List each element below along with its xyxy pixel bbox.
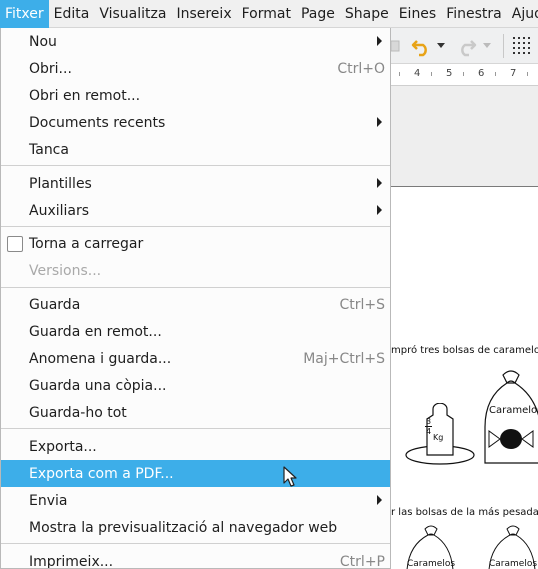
menu-finestra[interactable]: Finestra xyxy=(441,0,507,28)
menu-item-envia[interactable]: Envia xyxy=(1,487,390,514)
reload-checkbox[interactable] xyxy=(7,236,23,252)
ruler-number: 7 xyxy=(510,68,517,79)
horizontal-ruler: 4 5 6 7 xyxy=(391,64,538,86)
menu-item-label: Imprimeix... xyxy=(29,553,114,569)
menu-format[interactable]: Format xyxy=(237,0,296,28)
menu-separator xyxy=(1,165,390,166)
menu-item-label: Obri... xyxy=(29,60,72,77)
submenu-arrow-icon xyxy=(377,495,382,505)
ruler-tick xyxy=(527,72,528,76)
redo-dropdown-chevron-down-icon[interactable] xyxy=(481,36,493,56)
menu-item-label: Tanca xyxy=(29,141,69,158)
menu-item-label: Auxiliars xyxy=(29,202,90,219)
file-menu-dropdown: Nou Obri... Ctrl+O Obri en remot... Docu… xyxy=(0,28,391,569)
menu-shape[interactable]: Shape xyxy=(340,0,394,28)
fraction-denominator: 4 xyxy=(426,427,432,436)
menu-item-versions: Versions... xyxy=(1,257,390,284)
menu-item-shortcut: Maj+Ctrl+S xyxy=(303,350,385,367)
submenu-arrow-icon xyxy=(377,117,382,127)
ruler-tick xyxy=(399,72,400,76)
menu-separator xyxy=(1,543,390,544)
menu-item-plantilles[interactable]: Plantilles xyxy=(1,170,390,197)
ruler-number: 5 xyxy=(446,68,453,79)
menu-item-shortcut: Ctrl+O xyxy=(337,60,385,77)
menu-item-label: Nou xyxy=(29,33,57,50)
menu-item-label: Guarda xyxy=(29,296,81,313)
redo-icon[interactable] xyxy=(455,34,479,58)
menu-item-label: Versions... xyxy=(29,262,102,279)
menu-visualitza[interactable]: Visualitza xyxy=(94,0,171,28)
menu-separator xyxy=(1,287,390,288)
menu-fitxer[interactable]: Fitxer xyxy=(0,0,49,28)
menu-item-label: Guarda una còpia... xyxy=(29,377,167,394)
grid-icon[interactable] xyxy=(511,36,535,56)
menu-item-label: Documents recents xyxy=(29,114,166,131)
menu-item-imprimeix[interactable]: Imprimeix... Ctrl+P xyxy=(1,548,390,569)
menu-item-nou[interactable]: Nou xyxy=(1,28,390,55)
menu-item-label: Mostra la previsualització al navegador … xyxy=(29,519,338,536)
menu-item-previsualitzacio-navegador[interactable]: Mostra la previsualització al navegador … xyxy=(1,514,390,541)
menu-insereix[interactable]: Insereix xyxy=(171,0,236,28)
menu-item-label: Plantilles xyxy=(29,175,92,192)
standard-toolbar xyxy=(391,28,538,64)
menu-item-label: Anomena i guarda... xyxy=(29,350,172,367)
mouse-pointer-icon xyxy=(283,466,297,487)
workspace-background xyxy=(391,86,538,186)
menu-ajuda[interactable]: Ajuda xyxy=(507,0,538,28)
ruler-tick xyxy=(495,72,496,76)
ruler-tick xyxy=(463,72,464,76)
menu-item-label: Guarda en remot... xyxy=(29,323,162,340)
menu-item-anomena-i-guarda[interactable]: Anomena i guarda... Maj+Ctrl+S xyxy=(1,345,390,372)
menu-item-guarda-ho-tot[interactable]: Guarda-ho tot xyxy=(1,399,390,426)
menu-item-exporta-com-a-pdf[interactable]: Exporta com a PDF... xyxy=(1,460,390,487)
toolbar-partial-icon xyxy=(391,36,401,56)
menu-edita[interactable]: Edita xyxy=(49,0,95,28)
undo-dropdown-chevron-down-icon[interactable] xyxy=(435,36,447,56)
submenu-arrow-icon xyxy=(377,178,382,188)
menu-item-label: Exporta com a PDF... xyxy=(29,465,174,482)
menu-item-exporta[interactable]: Exporta... xyxy=(1,433,390,460)
ruler-tick xyxy=(431,72,432,76)
menu-item-guarda-una-copia[interactable]: Guarda una còpia... xyxy=(1,372,390,399)
menu-item-label: Torna a carregar xyxy=(29,235,144,252)
ruler-number: 4 xyxy=(414,68,421,79)
fraction-numerator: 3 xyxy=(426,417,432,426)
menu-item-label: Exporta... xyxy=(29,438,97,455)
menu-separator xyxy=(1,428,390,429)
submenu-arrow-icon xyxy=(377,36,382,46)
menu-item-shortcut: Ctrl+S xyxy=(339,296,385,313)
menu-item-shortcut: Ctrl+P xyxy=(339,553,385,569)
ruler-number: 6 xyxy=(478,68,485,79)
menu-item-label: Envia xyxy=(29,492,68,509)
undo-icon[interactable] xyxy=(409,34,433,58)
menu-item-auxiliars[interactable]: Auxiliars xyxy=(1,197,390,224)
document-page[interactable]: mpró tres bolsas de caramelos 3 4 Kg Car… xyxy=(391,186,538,569)
menu-item-label: Guarda-ho tot xyxy=(29,404,127,421)
menu-item-torna-a-carregar[interactable]: Torna a carregar xyxy=(1,230,390,257)
menu-item-documents-recents[interactable]: Documents recents xyxy=(1,109,390,136)
document-text-line: mpró tres bolsas de caramelos xyxy=(391,345,538,356)
candy-bag-label: Caramelos xyxy=(489,559,538,569)
toolbar-separator xyxy=(503,34,504,58)
candy-bag-label: Caramelos xyxy=(489,405,538,416)
document-text-line: r las bolsas de la más pesada xyxy=(391,507,538,518)
menu-page[interactable]: Page xyxy=(296,0,340,28)
menu-item-obri[interactable]: Obri... Ctrl+O xyxy=(1,55,390,82)
menu-item-obri-en-remot[interactable]: Obri en remot... xyxy=(1,82,390,109)
menu-item-label: Obri en remot... xyxy=(29,87,141,104)
menu-item-guarda-en-remot[interactable]: Guarda en remot... xyxy=(1,318,390,345)
menu-item-tanca[interactable]: Tanca xyxy=(1,136,390,163)
menu-separator xyxy=(1,226,390,227)
menu-item-guarda[interactable]: Guarda Ctrl+S xyxy=(1,291,390,318)
candy-bag-illustration xyxy=(484,370,538,464)
menu-eines[interactable]: Eines xyxy=(394,0,442,28)
weight-unit-label: Kg xyxy=(433,433,444,442)
menubar: Fitxer Edita Visualitza Insereix Format … xyxy=(0,0,538,28)
submenu-arrow-icon xyxy=(377,205,382,215)
candy-bag-label: Caramelos xyxy=(407,559,456,569)
